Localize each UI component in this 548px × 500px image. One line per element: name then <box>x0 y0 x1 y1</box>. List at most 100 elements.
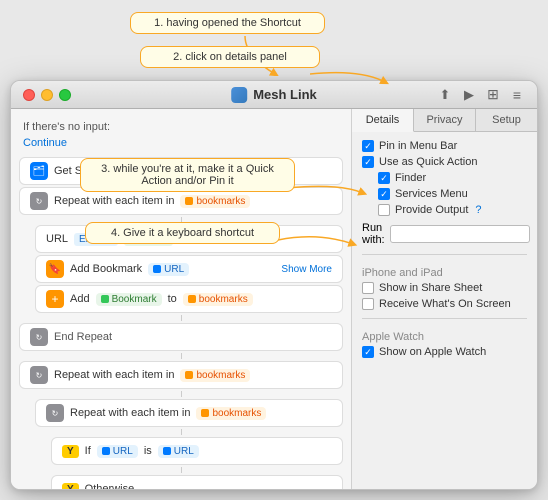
provide-output-row[interactable]: Provide Output ? <box>378 204 527 216</box>
minimize-button[interactable] <box>41 89 53 101</box>
provide-output-label: Provide Output <box>395 204 468 216</box>
grid-icon[interactable]: ⊞ <box>485 87 501 103</box>
window-title-area: Mesh Link <box>231 87 317 103</box>
repeat-icon: ↻ <box>30 192 48 210</box>
list-item[interactable]: 🔖 Add Bookmark URL Show More <box>35 255 343 283</box>
repeat-icon: ↻ <box>30 366 48 384</box>
window-title: Mesh Link <box>253 87 317 102</box>
item-label: Repeat with each item in <box>54 369 174 381</box>
repeat-icon: ↻ <box>46 404 64 422</box>
list-item[interactable]: ↻ Repeat with each item in bookmarks <box>19 361 343 389</box>
show-share-sheet-row[interactable]: Show in Share Sheet <box>362 282 527 294</box>
annotation-1: 1. having opened the Shortcut <box>130 12 325 34</box>
title-bar-right: ⬆ ▶ ⊞ ≡ <box>437 87 525 103</box>
app-icon <box>231 87 247 103</box>
show-on-watch-checkbox[interactable] <box>362 346 374 358</box>
iphone-ipad-title: iPhone and iPad <box>362 267 527 279</box>
no-input-label: If there's no input: <box>11 117 351 137</box>
show-on-watch-row[interactable]: Show on Apple Watch <box>362 346 527 358</box>
item-tag: bookmarks <box>196 407 266 420</box>
connector <box>181 391 182 397</box>
finder-checkbox[interactable] <box>378 172 390 184</box>
services-menu-checkbox[interactable] <box>378 188 390 200</box>
show-more-link[interactable]: Show More <box>281 264 332 275</box>
finder-row[interactable]: Finder <box>378 172 527 184</box>
list-item[interactable]: + Add Bookmark to bookmarks <box>35 285 343 313</box>
show-share-sheet-label: Show in Share Sheet <box>379 282 482 294</box>
item-label: Add Bookmark <box>70 263 142 275</box>
apple-watch-section: Apple Watch Show on Apple Watch <box>362 318 527 358</box>
outer-wrapper: 1. having opened the Shortcut 2. click o… <box>10 10 538 490</box>
tab-details[interactable]: Details <box>352 109 414 132</box>
close-button[interactable] <box>23 89 35 101</box>
end-repeat-icon: ↻ <box>30 328 48 346</box>
share-icon[interactable]: ⬆ <box>437 87 453 103</box>
run-with-input[interactable] <box>390 225 530 243</box>
services-menu-row[interactable]: Services Menu <box>378 188 527 200</box>
pin-menu-bar-row[interactable]: Pin in Menu Bar <box>362 140 527 152</box>
apple-watch-title: Apple Watch <box>362 331 527 343</box>
receive-on-screen-label: Receive What's On Screen <box>379 298 511 310</box>
annotation-4-arrow <box>278 232 358 257</box>
run-with-row: Run with: <box>362 222 527 246</box>
help-icon[interactable]: ? <box>475 204 481 216</box>
continue-link[interactable]: Continue <box>11 137 351 155</box>
panel-content: Pin in Menu Bar Use as Quick Action Find… <box>352 132 537 489</box>
list-item[interactable]: ↻ End Repeat <box>19 323 343 351</box>
finder-icon: 🗂 <box>30 162 48 180</box>
maximize-button[interactable] <box>59 89 71 101</box>
item-tag: URL <box>158 445 199 458</box>
use-quick-action-row[interactable]: Use as Quick Action <box>362 156 527 168</box>
play-icon[interactable]: ▶ <box>461 87 477 103</box>
add-icon: + <box>46 290 64 308</box>
receive-on-screen-checkbox[interactable] <box>362 298 374 310</box>
connector <box>181 467 182 473</box>
connector <box>181 429 182 435</box>
provide-output-checkbox[interactable] <box>378 204 390 216</box>
item-tag: bookmarks <box>180 369 250 382</box>
item-label: Repeat with each item in <box>70 407 190 419</box>
run-with-label: Run with: <box>362 222 385 246</box>
finder-label: Finder <box>395 172 426 184</box>
list-item[interactable]: ↻ Repeat with each item in bookmarks <box>35 399 343 427</box>
panel-tabs: Details Privacy Setup <box>352 109 537 132</box>
mac-window: Mesh Link ⬆ ▶ ⊞ ≡ If there's no input: C… <box>10 80 538 490</box>
list-item[interactable]: Y Otherwise <box>51 475 343 489</box>
item-tag: bookmarks <box>180 195 250 208</box>
y-badge: Y <box>62 483 79 490</box>
pin-menu-bar-checkbox[interactable] <box>362 140 374 152</box>
annotation-3: 3. while you're at it, make it a Quick A… <box>80 158 295 192</box>
traffic-lights <box>23 89 71 101</box>
services-menu-label: Services Menu <box>395 188 468 200</box>
item-label: URL <box>46 233 68 245</box>
annotation-2-arrow <box>310 64 390 94</box>
item-label: Add <box>70 293 90 305</box>
annotation-3-arrow <box>288 178 368 208</box>
pin-menu-bar-label: Pin in Menu Bar <box>379 140 457 152</box>
annotation-4: 4. Give it a keyboard shortcut <box>85 222 280 244</box>
item-label: End Repeat <box>54 331 112 343</box>
use-quick-action-label: Use as Quick Action <box>379 156 477 168</box>
details-panel: Details Privacy Setup Pin in Menu Bar Us… <box>352 109 537 489</box>
item-tag: URL <box>148 263 189 276</box>
tab-setup[interactable]: Setup <box>476 109 537 131</box>
item-tag: URL <box>97 445 138 458</box>
list-item[interactable]: Y If URL is URL <box>51 437 343 465</box>
menu-icon[interactable]: ≡ <box>509 87 525 103</box>
show-share-sheet-checkbox[interactable] <box>362 282 374 294</box>
show-on-watch-label: Show on Apple Watch <box>379 346 486 358</box>
bookmark-icon: 🔖 <box>46 260 64 278</box>
receive-on-screen-row[interactable]: Receive What's On Screen <box>362 298 527 310</box>
item-tag: Bookmark <box>96 293 162 306</box>
item-label: If <box>85 445 91 457</box>
connector <box>181 353 182 359</box>
item-label: Repeat with each item in <box>54 195 174 207</box>
item-tag: bookmarks <box>183 293 253 306</box>
annotation-2: 2. click on details panel <box>140 46 320 68</box>
tab-privacy[interactable]: Privacy <box>414 109 476 131</box>
iphone-ipad-section: iPhone and iPad Show in Share Sheet Rece… <box>362 254 527 310</box>
use-quick-action-checkbox[interactable] <box>362 156 374 168</box>
title-bar: Mesh Link ⬆ ▶ ⊞ ≡ <box>11 81 537 109</box>
connector <box>181 315 182 321</box>
y-badge: Y <box>62 445 79 458</box>
